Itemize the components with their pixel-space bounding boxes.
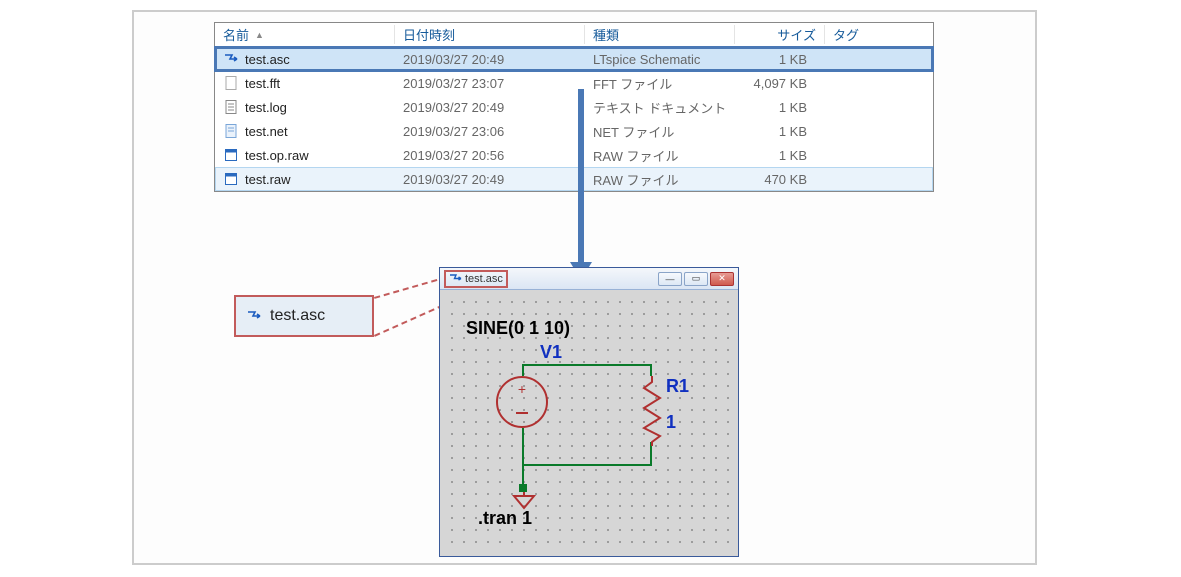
arrow-to-schematic [578,89,584,264]
file-type: LTspice Schematic [585,52,735,67]
file-list: 名前 ▲ 日付時刻 種類 サイズ タグ test.asc 2019/03/27 2… [214,22,934,192]
file-name: test.log [245,100,287,115]
ground-node [519,484,527,492]
file-type: NET ファイル [585,122,735,141]
col-header-name[interactable]: 名前 ▲ [215,25,395,44]
raw-icon [223,171,239,187]
voltage-source[interactable] [496,376,548,428]
file-row[interactable]: test.net 2019/03/27 23:06NET ファイル1 KB [215,119,933,143]
resistor[interactable] [642,376,662,449]
file-type: FFT ファイル [585,74,735,93]
file-name: test.op.raw [245,148,309,163]
file-row[interactable]: test.log 2019/03/27 20:49テキスト ドキュメント1 KB [215,95,933,119]
minimize-button[interactable]: — [658,272,682,286]
callout-label: test.asc [270,307,325,325]
file-name: test.raw [245,172,291,187]
window-titlebar[interactable]: test.asc — ▭ ✕ [440,268,738,290]
wire [522,364,524,376]
col-header-date[interactable]: 日付時刻 [395,25,585,44]
file-size: 1 KB [735,52,825,67]
file-name: test.net [245,124,288,139]
blank-icon [223,75,239,91]
file-size: 4,097 KB [735,76,825,91]
file-date: 2019/03/27 23:06 [395,124,585,139]
titlebar-file-highlight: test.asc [444,270,508,288]
raw-icon [223,147,239,163]
ltspice-icon [223,51,239,67]
col-header-size[interactable]: サイズ [735,25,825,44]
r1-value: 1 [666,412,676,433]
col-header-tag[interactable]: タグ [825,25,933,44]
file-row[interactable]: test.fft 2019/03/27 23:07FFT ファイル4,097 KB [215,71,933,95]
maximize-button[interactable]: ▭ [684,272,708,286]
file-type: RAW ファイル [585,146,735,165]
window-title: test.asc [465,273,503,285]
file-size: 1 KB [735,100,825,115]
file-row[interactable]: test.raw 2019/03/27 20:49RAW ファイル470 KB [215,167,933,191]
callout-file: test.asc [234,295,374,337]
file-name: test.asc [245,52,290,67]
file-date: 2019/03/27 20:49 [395,172,585,187]
file-type: RAW ファイル [585,170,735,189]
sine-directive: SINE(0 1 10) [466,318,570,339]
ltspice-window: test.asc — ▭ ✕ SINE(0 1 10) V1 R1 1 .tra… [439,267,739,557]
file-date: 2019/03/27 20:49 [395,100,585,115]
ltspice-icon [246,308,262,324]
file-row[interactable]: test.asc 2019/03/27 20:49LTspice Schemati… [215,47,933,71]
v1-label: V1 [540,342,562,363]
wire [522,428,524,488]
wire [650,364,652,376]
file-size: 1 KB [735,148,825,163]
schematic-canvas[interactable]: SINE(0 1 10) V1 R1 1 .tran 1 [446,296,732,550]
file-row[interactable]: test.op.raw 2019/03/27 20:56RAW ファイル1 KB [215,143,933,167]
wire [522,464,652,466]
file-size: 470 KB [735,172,825,187]
ground-symbol[interactable] [512,492,536,513]
r1-label: R1 [666,376,689,397]
file-type: テキスト ドキュメント [585,98,735,117]
file-date: 2019/03/27 20:56 [395,148,585,163]
note-icon [223,123,239,139]
col-header-type[interactable]: 種類 [585,25,735,44]
file-date: 2019/03/27 23:07 [395,76,585,91]
figure-frame: 名前 ▲ 日付時刻 種類 サイズ タグ test.asc 2019/03/27 2… [132,10,1037,565]
wire [522,364,652,366]
file-list-header[interactable]: 名前 ▲ 日付時刻 種類 サイズ タグ [215,23,933,47]
ltspice-icon [449,272,462,285]
close-button[interactable]: ✕ [710,272,734,286]
file-date: 2019/03/27 20:49 [395,52,585,67]
textdoc-icon [223,99,239,115]
file-name: test.fft [245,76,280,91]
sort-caret-icon: ▲ [255,30,264,40]
file-size: 1 KB [735,124,825,139]
